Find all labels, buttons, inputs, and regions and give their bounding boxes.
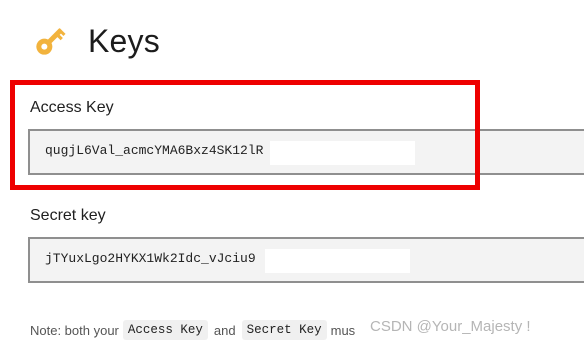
title-row: Keys <box>30 18 160 64</box>
access-key-label: Access Key <box>30 99 114 116</box>
watermark: CSDN @Your_Majesty ! <box>370 318 531 335</box>
redaction-patch <box>265 249 410 273</box>
note-prefix: Note: both your <box>30 322 119 338</box>
access-key-value[interactable]: qugjL6Val_acmcYMA6Bxz4SK12lR <box>45 143 263 158</box>
keys-page: Keys Access Key qugjL6Val_acmcYMA6Bxz4SK… <box>0 0 584 350</box>
page-title: Keys <box>88 22 160 59</box>
access-key-field[interactable]: qugjL6Val_acmcYMA6Bxz4SK12lR <box>28 129 584 175</box>
secret-key-value[interactable]: jTYuxLgo2HYKX1Wk2Idc_vJciu9 <box>45 251 256 266</box>
secret-key-label: Secret key <box>30 207 106 224</box>
note-secret-key-code: Secret Key <box>241 320 327 340</box>
redaction-patch <box>270 141 415 165</box>
note-suffix: mus <box>330 322 356 338</box>
key-icon <box>30 21 70 61</box>
note-and: and <box>213 322 236 338</box>
secret-key-field[interactable]: jTYuxLgo2HYKX1Wk2Idc_vJciu9 <box>28 237 584 283</box>
note-access-key-code: Access Key <box>122 320 208 340</box>
note-text: Note: both your Access Key and Secret Ke… <box>30 320 355 340</box>
